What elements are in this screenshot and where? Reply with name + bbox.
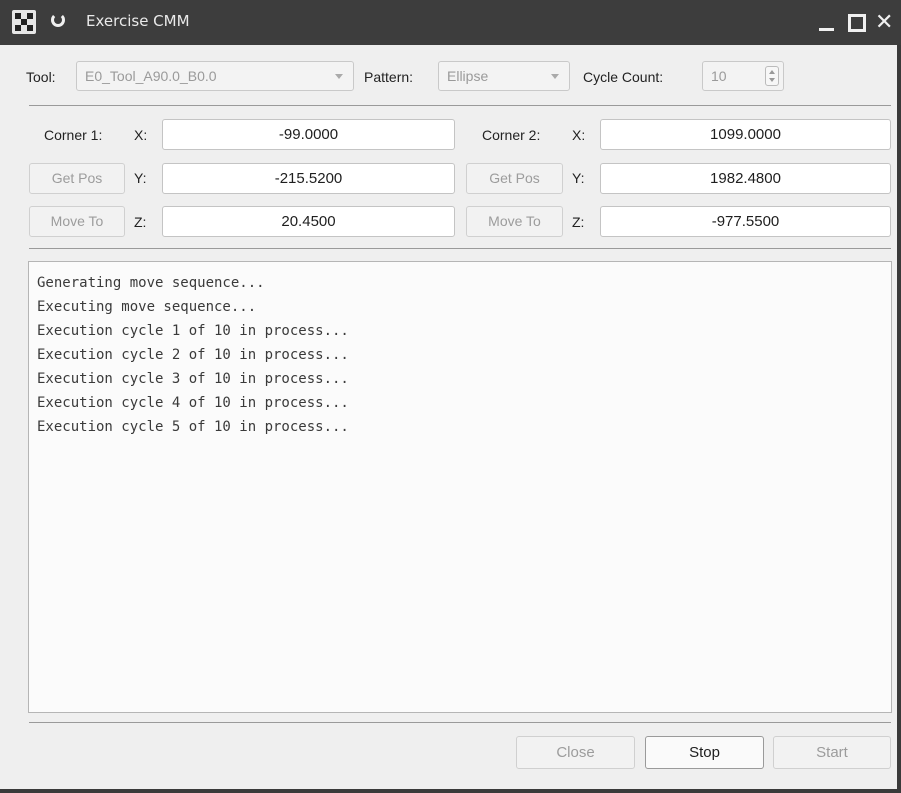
separator xyxy=(29,105,891,106)
tool-select-value: E0_Tool_A90.0_B0.0 xyxy=(85,68,217,84)
corner2-z-label: Z: xyxy=(572,214,585,230)
log-line: Execution cycle 2 of 10 in process... xyxy=(37,347,349,363)
corner1-get-pos-button[interactable]: Get Pos xyxy=(29,163,125,194)
close-icon[interactable]: ✕ xyxy=(875,12,897,34)
refresh-icon[interactable] xyxy=(51,13,65,27)
log-output[interactable]: Generating move sequence... Executing mo… xyxy=(28,261,892,713)
log-line: Execution cycle 1 of 10 in process... xyxy=(37,323,349,339)
corner1-z-field[interactable]: 20.4500 xyxy=(162,206,455,237)
corner1-x-label: X: xyxy=(134,127,148,143)
spin-arrows-icon[interactable] xyxy=(765,66,779,86)
corner2-move-to-button[interactable]: Move To xyxy=(466,206,563,237)
maximize-icon[interactable] xyxy=(846,12,868,34)
corner1-move-to-button[interactable]: Move To xyxy=(29,206,125,237)
corner2-x-field[interactable]: 1099.0000 xyxy=(600,119,891,150)
corner1-y-label: Y: xyxy=(134,170,147,186)
chevron-down-icon xyxy=(551,74,559,79)
exercise-cmm-window: Exercise CMM ✕ Tool: E0_Tool_A90.0_B0.0 … xyxy=(0,0,901,793)
corner2-y-label: Y: xyxy=(572,170,585,186)
separator xyxy=(29,722,891,723)
cycle-count-spinbox[interactable]: 10 xyxy=(702,61,784,91)
separator xyxy=(29,248,891,249)
log-line: Execution cycle 3 of 10 in process... xyxy=(37,371,349,387)
stop-button[interactable]: Stop xyxy=(645,736,764,769)
cycle-count-label: Cycle Count: xyxy=(583,69,664,85)
log-line: Execution cycle 5 of 10 in process... xyxy=(37,419,349,435)
minimize-icon[interactable] xyxy=(816,12,838,34)
corner1-x-field[interactable]: -99.0000 xyxy=(162,119,455,150)
corner2-y-field[interactable]: 1982.4800 xyxy=(600,163,891,194)
app-icon[interactable] xyxy=(12,10,36,34)
corner2-get-pos-button[interactable]: Get Pos xyxy=(466,163,563,194)
pattern-select[interactable]: Ellipse xyxy=(438,61,570,91)
corner1-z-label: Z: xyxy=(134,214,147,230)
window-title: Exercise CMM xyxy=(86,12,190,30)
tool-select[interactable]: E0_Tool_A90.0_B0.0 xyxy=(76,61,354,91)
cycle-count-value: 10 xyxy=(711,68,727,84)
log-line: Executing move sequence... xyxy=(37,299,257,315)
tool-label: Tool: xyxy=(26,69,56,85)
chevron-down-icon xyxy=(335,74,343,79)
corner2-z-field[interactable]: -977.5500 xyxy=(600,206,891,237)
title-bar: Exercise CMM ✕ xyxy=(0,0,901,45)
log-line: Generating move sequence... xyxy=(37,275,265,291)
start-button[interactable]: Start xyxy=(773,736,891,769)
corner2-x-label: X: xyxy=(572,127,586,143)
corner1-y-field[interactable]: -215.5200 xyxy=(162,163,455,194)
corner2-label: Corner 2: xyxy=(482,127,541,143)
close-button[interactable]: Close xyxy=(516,736,635,769)
corner1-label: Corner 1: xyxy=(44,127,103,143)
log-line: Execution cycle 4 of 10 in process... xyxy=(37,395,349,411)
pattern-select-value: Ellipse xyxy=(447,68,489,84)
pattern-label: Pattern: xyxy=(364,69,414,85)
